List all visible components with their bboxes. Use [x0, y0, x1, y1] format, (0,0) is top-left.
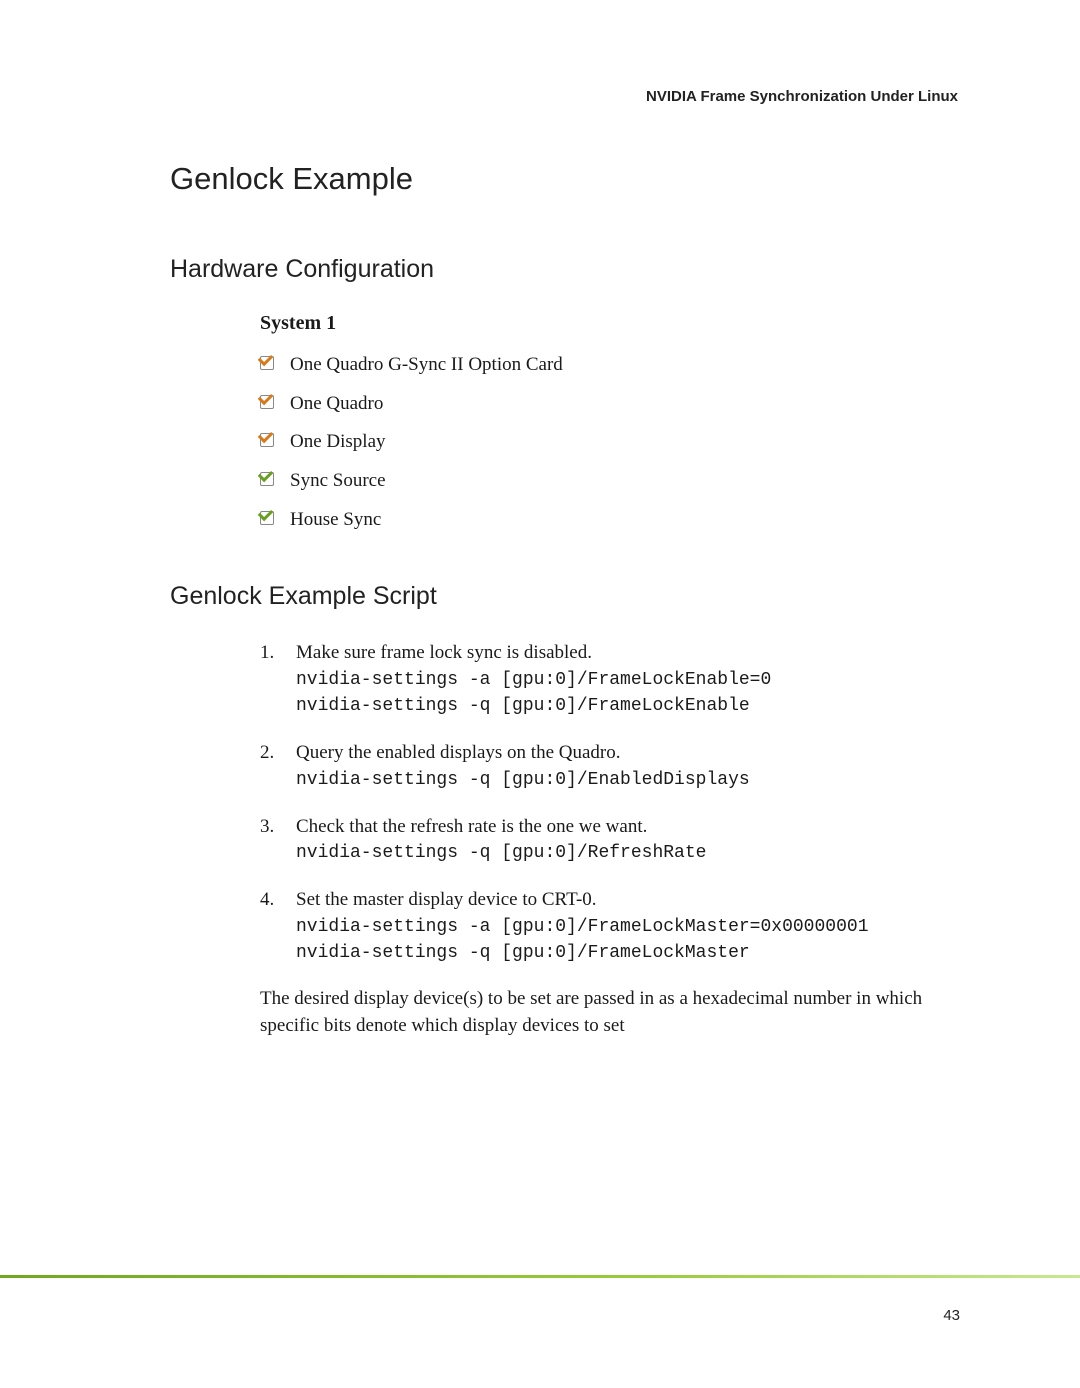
step-text: Make sure frame lock sync is disabled.: [296, 642, 592, 663]
page-title: Genlock Example: [170, 161, 980, 197]
page-number: 43: [943, 1307, 960, 1324]
bullet-text: House Sync: [290, 509, 381, 530]
bullet-text: Sync Source: [290, 470, 386, 491]
hardware-bullet-list: One Quadro G-Sync II Option Card One Qua…: [260, 353, 980, 532]
list-item: Make sure frame lock sync is disabled. n…: [260, 639, 980, 719]
checkbox-icon: [260, 356, 276, 372]
step-text: Query the enabled displays on the Quadro…: [296, 742, 621, 763]
list-item: Query the enabled displays on the Quadro…: [260, 739, 980, 793]
checkbox-icon: [260, 511, 276, 527]
code-block: nvidia-settings -a [gpu:0]/FrameLockMast…: [296, 914, 980, 966]
list-item: One Quadro G-Sync II Option Card: [260, 353, 980, 378]
script-steps-list: Make sure frame lock sync is disabled. n…: [260, 639, 980, 966]
section-heading-script: Genlock Example Script: [170, 582, 980, 611]
bullet-text: One Quadro G-Sync II Option Card: [290, 354, 563, 375]
list-item: Check that the refresh rate is the one w…: [260, 813, 980, 867]
bullet-text: One Quadro: [290, 393, 383, 414]
running-head: NVIDIA Frame Synchronization Under Linux: [170, 88, 980, 105]
list-item: One Display: [260, 430, 980, 455]
step-text: Check that the refresh rate is the one w…: [296, 816, 647, 837]
closing-paragraph: The desired display device(s) to be set …: [260, 986, 980, 1039]
section-heading-hardware: Hardware Configuration: [170, 255, 980, 284]
step-text: Set the master display device to CRT-0.: [296, 889, 597, 910]
checkbox-icon: [260, 472, 276, 488]
code-block: nvidia-settings -q [gpu:0]/RefreshRate: [296, 840, 980, 866]
list-item: House Sync: [260, 508, 980, 533]
bullet-text: One Display: [290, 431, 386, 452]
system-label: System 1: [260, 312, 980, 335]
checkbox-icon: [260, 395, 276, 411]
code-block: nvidia-settings -q [gpu:0]/EnabledDispla…: [296, 767, 980, 793]
checkbox-icon: [260, 433, 276, 449]
code-block: nvidia-settings -a [gpu:0]/FrameLockEnab…: [296, 667, 980, 719]
list-item: Set the master display device to CRT-0. …: [260, 886, 980, 966]
list-item: One Quadro: [260, 392, 980, 417]
list-item: Sync Source: [260, 469, 980, 494]
footer-divider: [0, 1275, 1080, 1278]
